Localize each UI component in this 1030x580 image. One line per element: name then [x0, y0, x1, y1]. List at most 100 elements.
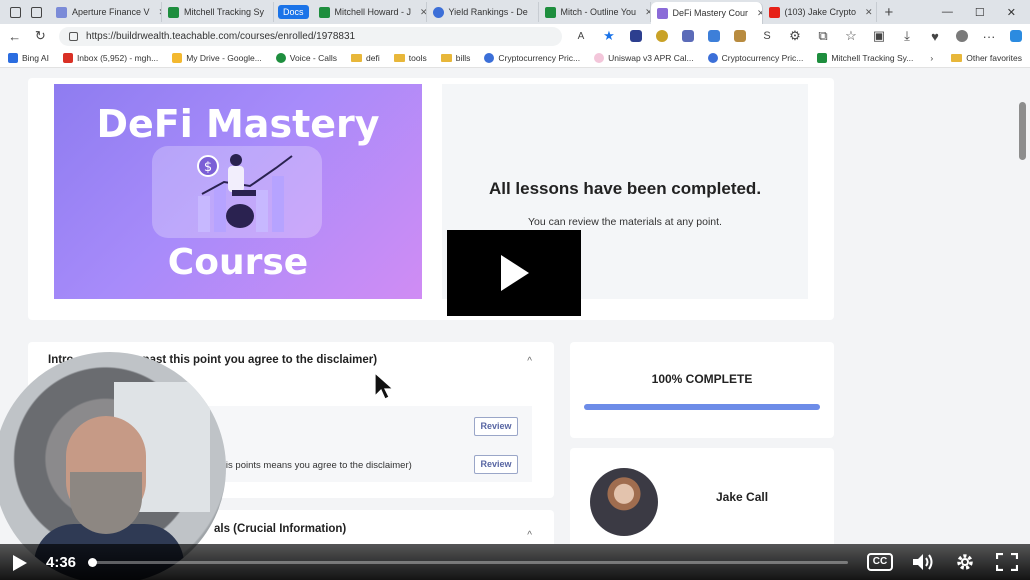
voice-icon: [275, 52, 286, 63]
volume-icon[interactable]: [912, 553, 934, 571]
mouse-cursor-icon: [374, 372, 394, 400]
bookmark-label: Cryptocurrency Pric...: [498, 52, 581, 63]
sheets-favicon-icon: [318, 6, 330, 18]
collections-icon[interactable]: ▣: [872, 28, 886, 44]
browser-tab-strip: Aperture Finance V ✕ Mitchell Tracking S…: [0, 0, 1030, 24]
extension-calendar-icon[interactable]: [629, 30, 642, 42]
tab-jake-crypto[interactable]: (103) Jake Crypto ✕: [763, 2, 877, 22]
fullscreen-icon[interactable]: [996, 553, 1018, 571]
bookmark-folder-tools[interactable]: tools: [393, 52, 427, 63]
url-text: https://buildrwealth.teachable.com/cours…: [86, 30, 356, 42]
tab-label: Mitch - Outline You: [560, 7, 637, 17]
bookmark-crypto-prices-2[interactable]: Cryptocurrency Pric...: [707, 52, 803, 63]
extension-bird-icon[interactable]: [681, 30, 694, 42]
course-illustration: $: [152, 146, 322, 238]
extension-pen-icon[interactable]: [707, 30, 720, 42]
youtube-favicon-icon: [768, 6, 780, 18]
lock-icon: [69, 31, 79, 41]
chevron-up-icon[interactable]: ^: [527, 356, 532, 367]
copilot-icon[interactable]: [1009, 30, 1022, 42]
close-tab-icon[interactable]: ✕: [861, 7, 873, 18]
playback-time: 4:36: [46, 554, 77, 571]
section-title[interactable]: als (Crucial Information): [214, 523, 346, 535]
bookmark-label: Uniswap v3 APR Cal...: [608, 52, 694, 63]
extensions-puzzle-icon[interactable]: ⚙: [788, 28, 802, 44]
close-tab-icon[interactable]: ✕: [155, 7, 161, 18]
video-play-button[interactable]: [447, 230, 581, 316]
scrub-handle[interactable]: [88, 558, 97, 567]
review-button[interactable]: Review: [474, 455, 518, 474]
bookmark-inbox[interactable]: Inbox (5,952) - mgh...: [62, 52, 158, 63]
extension-fox-icon[interactable]: [733, 30, 746, 42]
bookmark-other-favorites[interactable]: Other favorites: [951, 53, 1022, 63]
bookmark-label: Mitchell Tracking Sy...: [831, 52, 914, 63]
bookmark-mitchell-tracking[interactable]: Mitchell Tracking Sy...: [817, 52, 914, 63]
folder-icon: [393, 53, 405, 62]
play-control-icon[interactable]: [12, 554, 28, 572]
bookmark-label: Other favorites: [966, 52, 1022, 63]
completed-heading: All lessons have been completed.: [488, 179, 762, 198]
uniswap-icon: [594, 52, 605, 63]
docs-tab-chip[interactable]: Docs: [278, 5, 309, 19]
chevron-up-icon[interactable]: ^: [527, 530, 532, 541]
tab-label: Yield Rankings - De: [448, 7, 528, 17]
extension-s-icon[interactable]: S: [760, 30, 774, 42]
closed-captions-button[interactable]: CC: [867, 553, 893, 571]
bookmark-label: defi: [366, 52, 380, 63]
bing-icon: [8, 52, 18, 63]
video-controls-bar: 4:36 CC: [0, 544, 1030, 580]
bookmark-folder-bills[interactable]: bills: [440, 53, 470, 63]
workspaces-icon[interactable]: [10, 6, 21, 18]
course-hero-card: DeFi Mastery $ Course All lessons have b…: [28, 78, 834, 320]
tab-aperture-finance[interactable]: Aperture Finance V ✕: [50, 2, 162, 22]
review-button[interactable]: Review: [474, 417, 518, 436]
progress-card: 100% COMPLETE: [570, 342, 834, 438]
downloads-icon[interactable]: ⤓: [900, 28, 914, 44]
bookmark-uniswap[interactable]: Uniswap v3 APR Cal...: [594, 52, 694, 63]
refresh-icon[interactable]: ↻: [34, 28, 48, 44]
tab-label: Mitchell Tracking Sy: [184, 7, 265, 17]
bookmark-voice[interactable]: Voice - Calls: [275, 52, 337, 63]
course-image-subtitle: Course: [167, 242, 309, 283]
sheets-icon: [817, 52, 828, 63]
tab-yield-rankings[interactable]: Yield Rankings - De ✕: [427, 2, 539, 22]
bookmark-folder-defi[interactable]: defi: [351, 53, 380, 63]
more-options-icon[interactable]: ···: [982, 29, 996, 44]
favorite-star-icon[interactable]: ★: [602, 28, 616, 44]
tab-mitchell-tracking[interactable]: Mitchell Tracking Sy ✕: [162, 2, 274, 22]
close-tab-icon[interactable]: ✕: [753, 8, 761, 19]
page-scrollbar[interactable]: [1019, 102, 1026, 160]
close-tab-icon[interactable]: ✕: [269, 7, 273, 18]
profile-avatar-icon[interactable]: [955, 30, 968, 42]
tab-label: (103) Jake Crypto: [784, 7, 857, 17]
tab-actions-icon[interactable]: [31, 6, 42, 18]
new-tab-icon[interactable]: +: [877, 4, 902, 21]
bookmark-my-drive[interactable]: My Drive - Google...: [172, 52, 262, 63]
heart-monitor-icon[interactable]: ♥: [928, 29, 942, 44]
tab-mitchell-howard[interactable]: Mitchell Howard - J ✕: [313, 2, 427, 22]
window-controls: — ☐ ✕: [942, 6, 1030, 19]
split-screen-icon[interactable]: ⧉: [816, 28, 830, 44]
tab-mitch-outline[interactable]: Mitch - Outline You ✕: [539, 2, 651, 22]
back-arrow-icon[interactable]: ←: [8, 29, 22, 44]
bookmark-label: tools: [408, 52, 427, 63]
aperture-favicon-icon: [56, 6, 67, 18]
chevron-right-icon[interactable]: ›: [930, 53, 933, 63]
url-field[interactable]: https://buildrwealth.teachable.com/cours…: [59, 26, 562, 46]
close-tab-icon[interactable]: ✕: [416, 7, 425, 18]
bookmark-crypto-prices-1[interactable]: Cryptocurrency Pric...: [484, 52, 581, 63]
video-scrub-bar[interactable]: [88, 558, 848, 567]
extension-coin-icon[interactable]: [655, 30, 668, 42]
sheets-favicon-icon: [168, 6, 179, 18]
close-tab-icon[interactable]: ✕: [641, 7, 649, 18]
bookmark-bing-ai[interactable]: Bing AI: [8, 52, 49, 63]
minimize-icon[interactable]: —: [942, 6, 953, 19]
author-avatar: [590, 468, 658, 536]
maximize-icon[interactable]: ☐: [975, 6, 985, 19]
close-window-icon[interactable]: ✕: [1007, 6, 1016, 19]
play-icon: [501, 255, 529, 291]
read-aloud-icon[interactable]: A: [574, 31, 588, 42]
tab-defi-mastery-active[interactable]: DeFi Mastery Cour ✕: [650, 2, 763, 24]
settings-gear-icon[interactable]: [955, 552, 975, 572]
favorites-list-icon[interactable]: ☆: [844, 28, 858, 44]
